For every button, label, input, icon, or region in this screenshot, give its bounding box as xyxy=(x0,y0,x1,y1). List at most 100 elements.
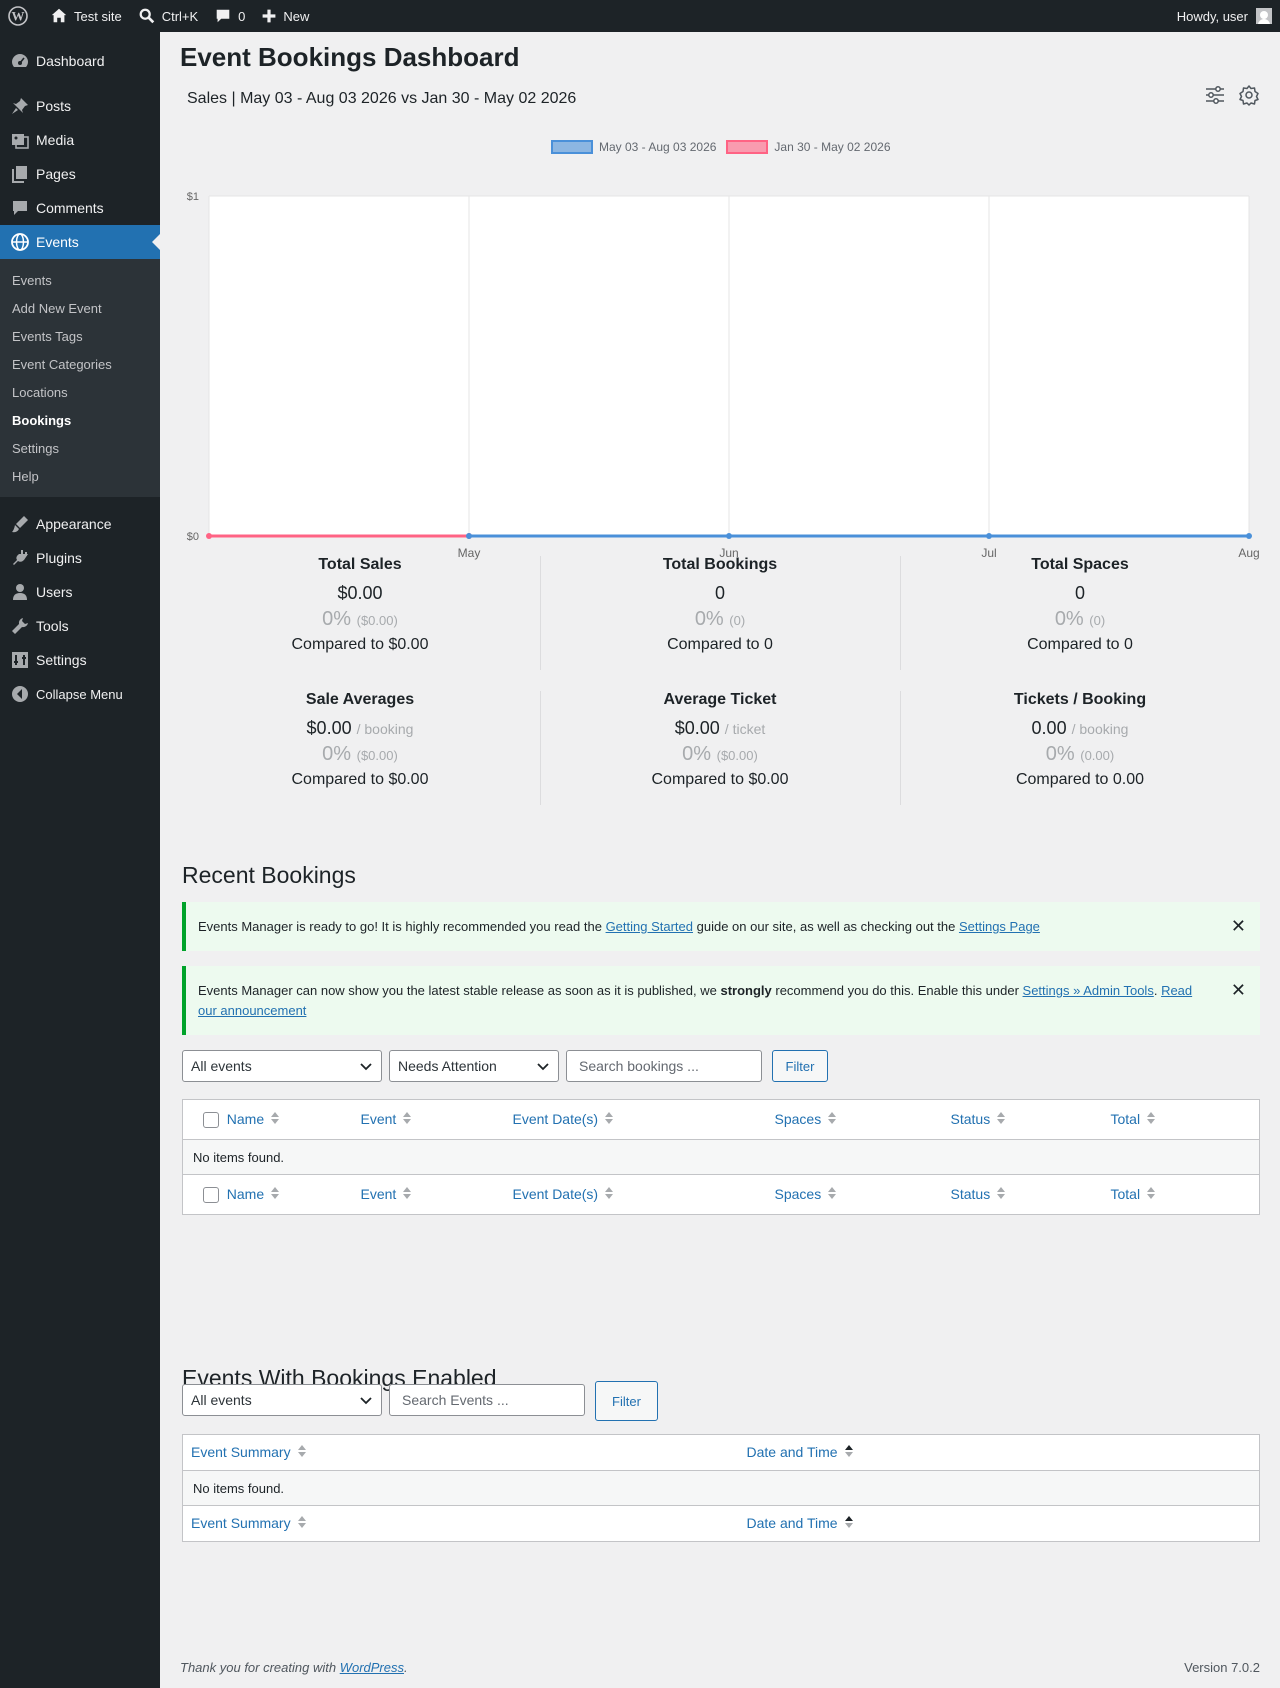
data-point-previous xyxy=(206,533,212,539)
brush-icon xyxy=(10,514,30,534)
sidebar-item-comments[interactable]: Comments xyxy=(0,191,160,225)
collapse-menu-button[interactable]: Collapse Menu xyxy=(0,677,160,711)
submenu-item-event-categories[interactable]: Event Categories xyxy=(0,350,160,378)
sidebar-item-tools[interactable]: Tools xyxy=(0,609,160,643)
sidebar-item-label: Dashboard xyxy=(36,53,105,69)
sidebar-item-events[interactable]: Events xyxy=(0,225,160,259)
search-bookings-input[interactable]: Search bookings ... xyxy=(566,1050,762,1082)
table-footer-row: Name Event Event Date(s) Spaces Status T… xyxy=(182,1174,1260,1215)
column-name[interactable]: Name xyxy=(182,1174,353,1215)
table-footer-row: Event Summary Date and Time xyxy=(182,1505,1260,1542)
site-name-link[interactable]: Test site xyxy=(42,0,130,32)
sidebar-item-settings[interactable]: Settings xyxy=(0,643,160,677)
sort-icon xyxy=(270,1111,280,1128)
dismiss-notice-button[interactable]: ✕ xyxy=(1231,916,1246,936)
submenu-item-locations[interactable]: Locations xyxy=(0,378,160,406)
submenu-item-events[interactable]: Events xyxy=(0,266,160,294)
submenu-item-events-tags[interactable]: Events Tags xyxy=(0,322,160,350)
sort-icon xyxy=(270,1186,280,1203)
column-date-time[interactable]: Date and Time xyxy=(738,1505,1260,1542)
y-tick-label: $1 xyxy=(187,191,199,203)
getting-started-link[interactable]: Getting Started xyxy=(606,919,693,934)
table-header-row: Event Summary Date and Time xyxy=(182,1434,1260,1471)
notice-text: recommend you do this. Enable this under xyxy=(771,983,1023,998)
column-event-summary[interactable]: Event Summary xyxy=(182,1434,739,1471)
column-event[interactable]: Event xyxy=(352,1174,505,1215)
notice-ready: Events Manager is ready to go! It is hig… xyxy=(182,902,1260,951)
select-all-checkbox[interactable] xyxy=(203,1111,219,1128)
site-name: Test site xyxy=(74,8,122,24)
my-account-menu[interactable]: Howdy, user xyxy=(1177,8,1280,24)
sliders-icon xyxy=(10,650,30,670)
events-submenu: Events Add New Event Events Tags Event C… xyxy=(0,259,160,497)
stat-title: Total Spaces xyxy=(1031,556,1129,573)
search-events-input[interactable]: Search Events ... xyxy=(389,1384,585,1416)
stat-title: Sale Averages xyxy=(305,691,415,708)
submenu-item-help[interactable]: Help xyxy=(0,462,160,490)
stat-compare: Compared to $0.00 xyxy=(291,771,429,788)
sidebar-item-dashboard[interactable]: Dashboard xyxy=(0,44,160,78)
column-name[interactable]: Name xyxy=(182,1099,353,1140)
sidebar-item-appearance[interactable]: Appearance xyxy=(0,507,160,541)
column-event-dates[interactable]: Event Date(s) xyxy=(504,1099,767,1140)
column-event-dates[interactable]: Event Date(s) xyxy=(504,1174,767,1215)
sort-ascending-icon xyxy=(844,1444,854,1461)
stat-change: 0% ($0.00) xyxy=(180,608,540,631)
column-total[interactable]: Total xyxy=(1102,1099,1260,1140)
status-select[interactable]: Needs Attention xyxy=(389,1050,559,1082)
column-status[interactable]: Status xyxy=(942,1174,1103,1215)
settings-page-link[interactable]: Settings Page xyxy=(959,919,1040,934)
chart-heading: Sales | May 03 - Aug 03 2026 vs Jan 30 -… xyxy=(187,90,577,107)
column-event-summary[interactable]: Event Summary xyxy=(182,1505,739,1542)
stat-unit: / booking xyxy=(356,721,414,737)
wordpress-logo-button[interactable]: W xyxy=(0,0,42,32)
data-point-current xyxy=(466,533,472,539)
footer-text: . xyxy=(404,1660,408,1675)
stat-value: 0 xyxy=(540,583,900,604)
sort-icon xyxy=(827,1111,837,1128)
new-content-button[interactable]: New xyxy=(253,0,317,32)
sidebar-item-label: Pages xyxy=(36,166,76,182)
notice-text: Events Manager is ready to go! It is hig… xyxy=(198,919,606,934)
submenu-item-bookings[interactable]: Bookings xyxy=(0,406,160,434)
sidebar-item-posts[interactable]: Posts xyxy=(0,89,160,123)
dismiss-notice-button[interactable]: ✕ xyxy=(1231,980,1246,1000)
column-label: Spaces xyxy=(774,1185,822,1202)
stat-change-pct: 0% xyxy=(322,743,352,765)
gear-icon[interactable] xyxy=(1238,84,1260,106)
admin-tools-link[interactable]: Settings » Admin Tools xyxy=(1023,983,1154,998)
admin-bar: W Test site Ctrl+K 0 New Howdy, user xyxy=(0,0,1280,32)
comment-icon xyxy=(10,198,30,218)
sidebar-item-users[interactable]: Users xyxy=(0,575,160,609)
bookings-filters: All events Needs Attention Search bookin… xyxy=(182,1050,828,1082)
stats-row-2: Sale Averages $0.00 / booking 0% ($0.00)… xyxy=(180,689,1260,824)
event-select[interactable]: All events xyxy=(182,1050,382,1082)
stat-compare: Compared to $0.00 xyxy=(651,771,789,788)
filter-events-button[interactable]: Filter xyxy=(595,1381,658,1421)
stat-value-number: 0 xyxy=(1074,583,1085,603)
sidebar-item-plugins[interactable]: Plugins xyxy=(0,541,160,575)
sidebar-item-label: Plugins xyxy=(36,550,82,566)
footer-thanks: Thank you for creating with WordPress. xyxy=(180,1660,408,1675)
wordpress-link[interactable]: WordPress xyxy=(340,1660,404,1675)
filter-bookings-button[interactable]: Filter xyxy=(772,1050,828,1082)
sidebar-item-pages[interactable]: Pages xyxy=(0,157,160,191)
column-spaces[interactable]: Spaces xyxy=(766,1174,943,1215)
command-palette-button[interactable]: Ctrl+K xyxy=(130,0,206,32)
stat-title: Tickets / Booking xyxy=(1013,691,1147,708)
select-all-checkbox[interactable] xyxy=(203,1186,219,1203)
events-select[interactable]: All events xyxy=(182,1384,382,1416)
comments-link[interactable]: 0 xyxy=(206,0,253,32)
column-spaces[interactable]: Spaces xyxy=(766,1099,943,1140)
column-total[interactable]: Total xyxy=(1102,1174,1260,1215)
column-event[interactable]: Event xyxy=(352,1099,505,1140)
submenu-item-add-new-event[interactable]: Add New Event xyxy=(0,294,160,322)
sidebar-item-media[interactable]: Media xyxy=(0,123,160,157)
column-date-time[interactable]: Date and Time xyxy=(738,1434,1260,1471)
stat-change-pct: 0% xyxy=(1045,743,1075,765)
column-status[interactable]: Status xyxy=(942,1099,1103,1140)
submenu-item-settings[interactable]: Settings xyxy=(0,434,160,462)
filter-sliders-icon[interactable] xyxy=(1204,84,1226,106)
notice-text: guide on our site, as well as checking o… xyxy=(693,919,959,934)
footer-text: Thank you for creating with xyxy=(180,1660,340,1675)
